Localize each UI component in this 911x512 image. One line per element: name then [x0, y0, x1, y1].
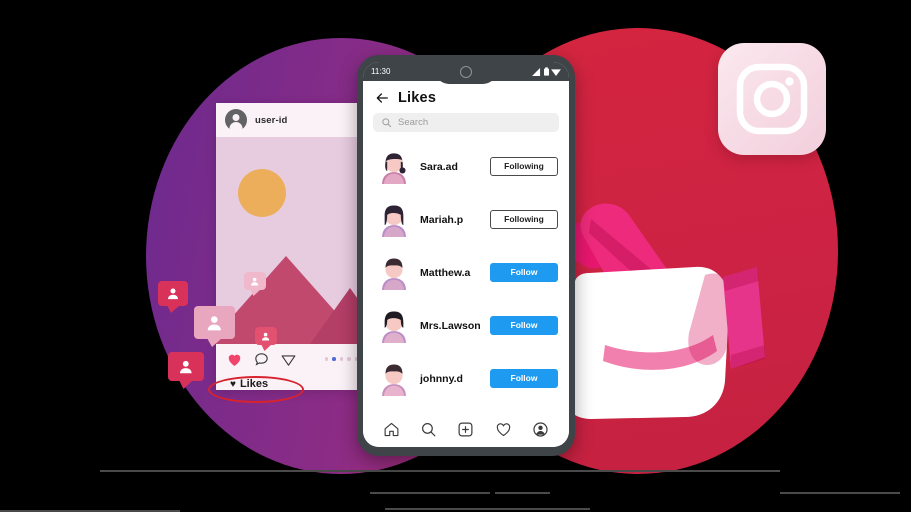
post-card: user-id ♥ Likes	[216, 103, 368, 390]
carousel-dots	[324, 357, 358, 361]
notification-badge	[158, 281, 188, 313]
battery-icon	[543, 67, 549, 76]
badge-tail	[207, 338, 222, 347]
search-placeholder: Search	[398, 117, 429, 128]
signal-icon	[532, 67, 541, 76]
instagram-logo-badge	[718, 43, 826, 155]
badge-tail	[250, 289, 261, 296]
post-user-id: user-id	[255, 114, 288, 126]
back-arrow-icon[interactable]	[375, 91, 389, 105]
profile-icon[interactable]	[532, 421, 549, 438]
user-name: Matthew.a	[420, 266, 471, 279]
decorative-line	[780, 492, 900, 494]
list-item[interactable]: Mrs.Lawson Follow	[363, 299, 569, 352]
post-image	[216, 137, 368, 344]
search-icon	[382, 118, 392, 128]
badge-tail	[179, 380, 193, 389]
home-icon[interactable]	[383, 421, 400, 438]
user-name: Mariah.p	[420, 213, 464, 226]
list-item[interactable]: Mariah.p Following	[363, 193, 569, 246]
page-title: Likes	[398, 90, 437, 106]
sun-shape	[238, 169, 286, 217]
list-item[interactable]: Sara.ad Following	[363, 140, 569, 193]
front-camera-icon	[460, 66, 472, 78]
avatar	[225, 109, 247, 131]
app-header: Likes	[363, 81, 569, 110]
person-badge-icon	[168, 288, 178, 300]
post-action-bar	[216, 344, 368, 374]
list-item[interactable]: Matthew.a Follow	[363, 246, 569, 299]
notification-badge	[194, 306, 235, 347]
notification-badge	[168, 352, 204, 389]
post-likes-label: Likes	[239, 378, 269, 390]
avatar	[382, 258, 406, 290]
status-bar-icons	[532, 67, 561, 76]
person-badge-icon	[251, 277, 259, 286]
decorative-line	[370, 492, 490, 494]
heart-icon[interactable]	[226, 351, 243, 368]
comment-icon[interactable]	[253, 351, 270, 368]
carousel-dot[interactable]	[347, 357, 351, 361]
wifi-icon	[551, 68, 561, 76]
badge-tail	[261, 344, 272, 351]
avatar	[382, 152, 406, 184]
avatar	[382, 205, 406, 237]
post-likes-row[interactable]: ♥ Likes	[216, 374, 368, 390]
user-name: Mrs.Lawson	[420, 319, 481, 332]
avatar	[382, 311, 406, 343]
phone-notch	[435, 62, 497, 84]
bottom-tab-bar	[363, 411, 569, 447]
list-item[interactable]: johnny.d Follow	[363, 352, 569, 405]
carousel-dot-active[interactable]	[332, 357, 336, 361]
post-card-header: user-id	[216, 103, 368, 137]
heart-icon[interactable]	[495, 421, 512, 438]
follow-button[interactable]: Follow	[490, 262, 558, 283]
follow-button[interactable]: Follow	[490, 368, 558, 389]
notification-badge	[244, 272, 266, 296]
add-post-icon[interactable]	[457, 421, 474, 438]
person-badge-icon	[180, 360, 192, 374]
share-icon[interactable]	[280, 351, 297, 368]
status-bar-time: 11:30	[371, 67, 391, 76]
following-button[interactable]: Following	[490, 156, 558, 177]
carousel-dot[interactable]	[324, 357, 328, 361]
person-badge-icon	[262, 332, 270, 341]
user-name: johnny.d	[420, 372, 463, 385]
phone-mockup: 11:30 Likes Search Sara.ad Following Mar…	[357, 55, 575, 456]
likes-user-list: Sara.ad Following Mariah.p Following Mat…	[363, 138, 569, 411]
decorative-line	[100, 470, 780, 472]
notification-badge	[255, 327, 277, 351]
decorative-line	[495, 492, 550, 494]
phone-screen: 11:30 Likes Search Sara.ad Following Mar…	[363, 62, 569, 447]
following-button[interactable]: Following	[490, 209, 558, 230]
carousel-dot[interactable]	[339, 357, 343, 361]
search-icon[interactable]	[420, 421, 437, 438]
decorative-line	[385, 508, 590, 510]
badge-tail	[167, 305, 180, 313]
follow-button[interactable]: Follow	[490, 315, 558, 336]
search-input[interactable]: Search	[373, 113, 559, 132]
illustration-canvas: user-id ♥ Likes 11:30 Likes Search Sara.…	[0, 0, 911, 512]
instagram-logo-icon	[736, 63, 808, 135]
user-name: Sara.ad	[420, 160, 458, 173]
pointing-hand-illustration	[545, 195, 765, 425]
person-badge-icon	[207, 315, 222, 330]
heart-glyph-icon: ♥	[230, 378, 236, 390]
avatar	[382, 364, 406, 396]
